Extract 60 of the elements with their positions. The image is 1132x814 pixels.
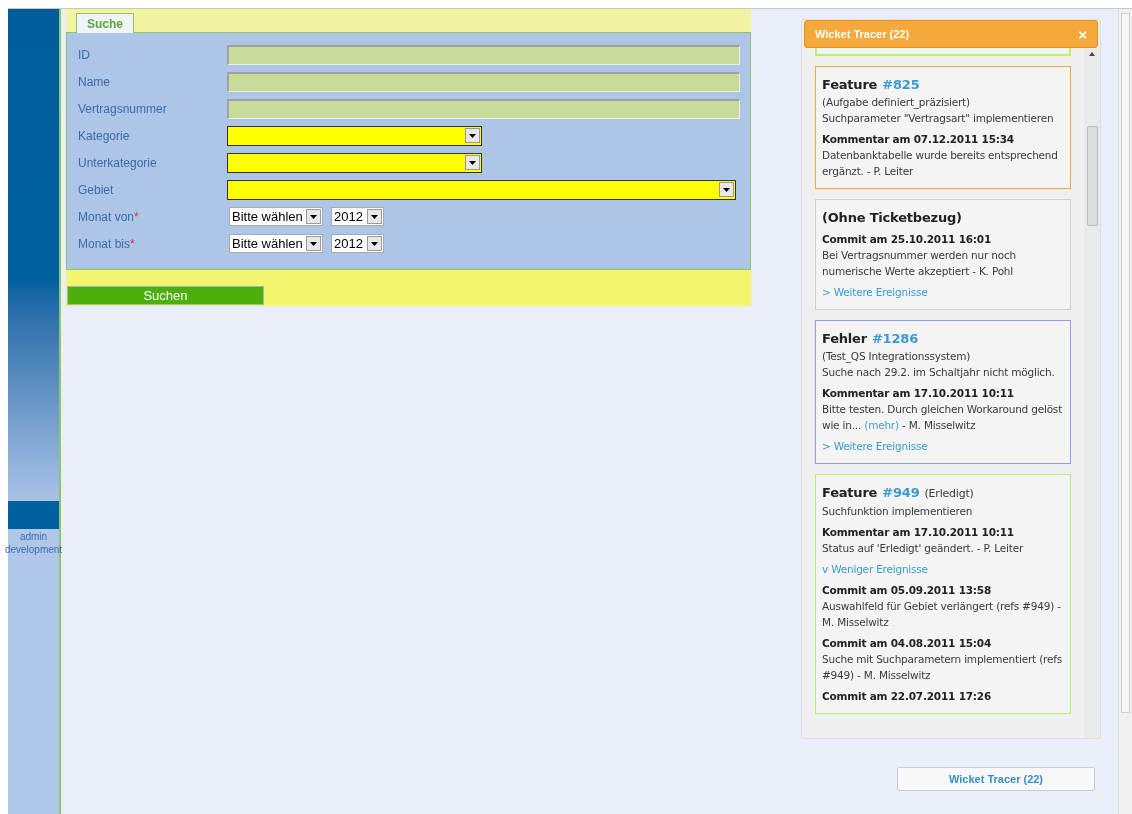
tracer-title: Wicket Tracer (22) [815, 26, 910, 42]
events-toggle-link[interactable]: > Weitere Ereignisse [822, 438, 1064, 454]
text-field[interactable] [227, 71, 740, 92]
ticket-description: Suchparameter "Vertragsart" implementieren [822, 111, 1055, 126]
ticket-description: Suchfunktion implementieren [822, 504, 974, 519]
field-label: Vertragsnummer [78, 100, 168, 118]
close-button[interactable]: × [1078, 26, 1087, 42]
event-text: Suche mit Suchparametern implementiert (refs #949) - M. Misselwitz [822, 652, 1063, 683]
event-text: Auswahlfeld für Gebiet verlängert (refs #949) - M. Misselwitz [822, 599, 1062, 630]
month-dropdown[interactable]: Bitte wählen [229, 207, 323, 226]
scrollbar-thumb[interactable] [1086, 126, 1098, 226]
scrollbar[interactable] [1084, 48, 1100, 738]
event-text: Datenbanktabelle wurde bereits entsprechend ergänzt. - P. Leiter [822, 148, 1059, 179]
ticket-link[interactable]: #825 [882, 77, 920, 93]
field-label: Monat von* [78, 208, 140, 226]
event-text: Bitte testen. Durch gleichen Workaround gelöst wie in... (mehr) - M. Misselwitz [822, 402, 1064, 433]
ticket-link[interactable]: #1286 [871, 331, 918, 347]
field-label: Monat bis* [78, 235, 136, 253]
sidebar-bar [8, 501, 59, 529]
text-field[interactable] [227, 98, 740, 119]
ticket-description: (Test_QS Integrationssystem) [822, 349, 972, 364]
ticket-status: (Erledigt) [924, 486, 974, 502]
event-heading: Kommentar am 17.10.2011 10:11 [822, 386, 1015, 401]
month-dropdown[interactable]: Bitte wählen [229, 234, 323, 253]
text-field[interactable] [227, 44, 740, 65]
search-button[interactable]: Suchen [67, 286, 264, 305]
field-label: Gebiet [78, 181, 115, 199]
dropdown-field[interactable] [227, 179, 736, 200]
field-label: ID [78, 46, 91, 64]
tracer-toggle-button[interactable]: Wicket Tracer (22) [897, 767, 1095, 791]
event-heading: Commit am 22.07.2011 17:26 [822, 689, 993, 704]
event-heading: Kommentar am 07.12.2011 15:34 [822, 132, 1015, 147]
more-link[interactable]: (mehr) [864, 419, 899, 431]
ticket-title: (Ohne Ticketbezug) [822, 210, 962, 226]
user-info: admin [19, 530, 48, 543]
tracer-header[interactable]: Wicket Tracer (22) × [804, 20, 1098, 48]
dropdown-field[interactable] [227, 125, 482, 146]
ticket-description: Suche nach 29.2. im Schaltjahr nicht möglich. [822, 365, 1056, 380]
year-dropdown[interactable]: 2012 [331, 207, 384, 226]
year-dropdown[interactable]: 2012 [331, 234, 384, 253]
ticket-description: (Aufgabe definiert_präzisiert) [822, 95, 971, 110]
scroll-up-icon[interactable] [1089, 52, 1095, 56]
search-tab[interactable]: Suche [76, 13, 134, 33]
event-text: Bei Vertragsnummer werden nur noch numerische Werte akzeptiert - K. Pohl [822, 248, 1017, 279]
dropdown-field[interactable] [227, 152, 482, 173]
field-label: Name [78, 73, 111, 91]
event-heading: Commit am 04.08.2011 15:04 [822, 636, 993, 651]
ticket-title: Fehler [822, 331, 867, 347]
events-toggle-link[interactable]: v Weniger Ereignisse [822, 561, 1064, 577]
event-heading: Kommentar am 17.10.2011 10:11 [822, 525, 1015, 540]
ticket-title: Feature [822, 77, 878, 93]
event-heading: Commit am 05.09.2011 13:58 [822, 583, 993, 598]
page-scrollbar[interactable] [1118, 9, 1132, 814]
events-toggle-link[interactable]: > Weitere Ereignisse [822, 284, 1064, 300]
ticket-link[interactable]: #949 [882, 485, 920, 501]
ticket-title: Feature [822, 485, 878, 501]
field-label: Unterkategorie [78, 154, 158, 172]
field-label: Kategorie [78, 127, 131, 145]
event-text: Status auf 'Erledigt' geändert. - P. Leiter [822, 541, 1025, 556]
event-heading: Commit am 25.10.2011 16:01 [822, 232, 993, 247]
